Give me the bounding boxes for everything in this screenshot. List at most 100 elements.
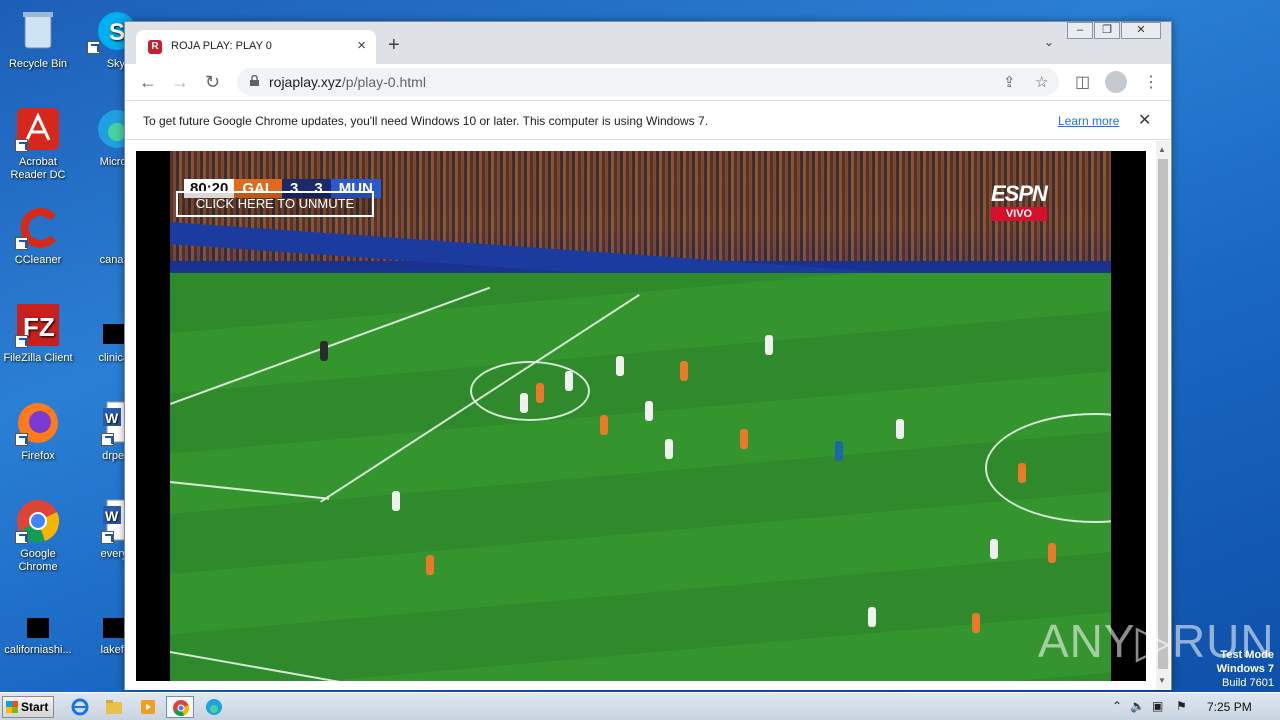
- scrollbar-thumb[interactable]: [1158, 159, 1168, 669]
- share-icon[interactable]: ⇪: [1003, 73, 1016, 91]
- chrome-window: R ROJA PLAY: PLAY 0 × + ⌄ – ❐ ✕ ← → ↻ ro…: [124, 21, 1172, 690]
- player-figure: [536, 383, 544, 403]
- url-path: /p/play-0.html: [341, 74, 426, 90]
- player-figure: [990, 539, 998, 559]
- penalty-arc: [470, 361, 590, 421]
- desktop-icon-chrome[interactable]: Google Chrome: [0, 498, 76, 574]
- browser-toolbar: ← → ↻ rojaplay.xyz/p/play-0.html ⇪ ☆ ◫ ⋮: [125, 64, 1171, 100]
- player-figure: [1018, 463, 1026, 483]
- video-frame: [170, 151, 1111, 681]
- tab-active[interactable]: R ROJA PLAY: PLAY 0 ×: [136, 30, 376, 64]
- svg-text:W: W: [105, 410, 119, 426]
- taskbar-edge[interactable]: [200, 696, 228, 718]
- desktop-icon-label: FileZilla Client: [3, 352, 73, 364]
- url-host: rojaplay.xyz: [269, 74, 342, 90]
- address-bar[interactable]: rojaplay.xyz/p/play-0.html ⇪ ☆: [237, 68, 1059, 96]
- shortcut-arrow-icon: [87, 41, 100, 54]
- recycle-bin-icon: [15, 8, 61, 54]
- ie-icon: [71, 698, 89, 716]
- desktop-icon-label: Acrobat Reader DC: [10, 156, 66, 181]
- desktop-icon-recycle-bin[interactable]: Recycle Bin: [0, 8, 76, 71]
- tab-title: ROJA PLAY: PLAY 0: [171, 40, 272, 52]
- forward-arrow-icon[interactable]: →: [171, 72, 189, 93]
- player-figure: [320, 341, 328, 361]
- profile-avatar-icon[interactable]: [1105, 71, 1127, 93]
- new-tab-plus-icon[interactable]: +: [388, 34, 400, 57]
- taskbar-media[interactable]: [134, 696, 162, 718]
- player-figure: [616, 356, 624, 376]
- edge-icon: [206, 699, 222, 715]
- desktop-icon-filezilla[interactable]: FZ FileZilla Client: [0, 302, 76, 365]
- unmute-button[interactable]: CLICK HERE TO UNMUTE: [176, 191, 374, 217]
- desktop-icon-label: californiashi...: [4, 644, 72, 656]
- page-scrollbar[interactable]: ▲ ▼: [1156, 141, 1170, 690]
- build-label: Build 7601: [1222, 677, 1274, 689]
- menu-kebab-icon[interactable]: ⋮: [1143, 72, 1159, 92]
- network-icon[interactable]: ▣: [1152, 699, 1163, 713]
- svg-text:W: W: [105, 508, 119, 524]
- ccleaner-icon: [15, 204, 61, 250]
- folder-icon: [106, 700, 122, 714]
- player-figure: [600, 415, 608, 435]
- player-figure: [765, 335, 773, 355]
- os-label: Windows 7: [1216, 663, 1274, 675]
- firefox-icon: [15, 400, 61, 446]
- start-button[interactable]: Start: [2, 696, 54, 718]
- tray-expand-icon[interactable]: ⌃: [1112, 699, 1122, 713]
- taskbar-explorer[interactable]: [100, 696, 128, 718]
- desktop-icon-file[interactable]: californiashi...: [0, 614, 76, 657]
- player-figure: [740, 429, 748, 449]
- desktop-icon-firefox[interactable]: Firefox: [0, 400, 76, 463]
- infobar-close-icon[interactable]: ✕: [1138, 110, 1151, 130]
- close-window-button[interactable]: ✕: [1121, 22, 1161, 39]
- pitch-grass: [170, 273, 1111, 681]
- lock-icon: [250, 75, 259, 86]
- player-figure: [680, 361, 688, 381]
- infobar-message: To get future Google Chrome updates, you…: [143, 114, 709, 128]
- player-figure: [972, 613, 980, 633]
- window-controls: – ❐ ✕: [1066, 22, 1161, 39]
- shortcut-arrow-icon: [101, 433, 114, 446]
- acrobat-icon: [15, 106, 61, 152]
- broadcaster-logo: ESPN VIVO: [991, 181, 1048, 221]
- taskbar-chrome[interactable]: [166, 696, 194, 718]
- desktop-icon-ccleaner[interactable]: CCleaner: [0, 204, 76, 267]
- desktop-icon-label: Recycle Bin: [8, 58, 68, 70]
- chrome-icon: [173, 700, 190, 717]
- minimize-button[interactable]: –: [1067, 22, 1093, 39]
- player-figure: [645, 401, 653, 421]
- desktop-icon-label: Google Chrome: [18, 548, 58, 573]
- learn-more-link[interactable]: Learn more: [1058, 114, 1119, 128]
- scroll-down-arrow-icon[interactable]: ▼: [1158, 676, 1166, 685]
- side-panel-icon[interactable]: ◫: [1075, 72, 1090, 92]
- volume-icon[interactable]: 🔈: [1130, 699, 1145, 713]
- tab-close-icon[interactable]: ×: [357, 37, 366, 54]
- player-figure: [392, 491, 400, 511]
- scroll-up-arrow-icon[interactable]: ▲: [1158, 145, 1166, 154]
- taskbar: Start ⌃ 🔈 ▣ ⚑ 7:25 PM: [0, 692, 1280, 720]
- player-figure: [1048, 543, 1056, 563]
- desktop-icon-label: CCleaner: [14, 254, 62, 266]
- desktop-icon-acrobat[interactable]: Acrobat Reader DC: [0, 106, 76, 182]
- back-arrow-icon[interactable]: ←: [139, 72, 157, 93]
- espn-logo: ESPN: [991, 181, 1048, 206]
- restore-button[interactable]: ❐: [1094, 22, 1120, 39]
- player-figure: [426, 555, 434, 575]
- file-icon: [15, 614, 61, 640]
- player-figure: [896, 419, 904, 439]
- taskbar-ie[interactable]: [66, 696, 94, 718]
- bookmark-star-icon[interactable]: ☆: [1035, 73, 1048, 91]
- desktop-icon-label: Firefox: [21, 450, 55, 462]
- player-figure: [868, 607, 876, 627]
- test-mode-label: Test Mode: [1220, 649, 1274, 661]
- action-center-flag-icon[interactable]: ⚑: [1176, 699, 1187, 713]
- taskbar-clock[interactable]: 7:25 PM: [1207, 700, 1252, 714]
- page-content: 80:20 GAL 3 3 MUN CLICK HERE TO UNMUTE E…: [125, 141, 1171, 690]
- tab-search-chevron-icon[interactable]: ⌄: [1044, 35, 1054, 49]
- video-player[interactable]: 80:20 GAL 3 3 MUN CLICK HERE TO UNMUTE E…: [136, 151, 1146, 681]
- reload-icon[interactable]: ↻: [205, 72, 220, 93]
- roja-favicon-icon: R: [148, 40, 162, 54]
- tab-strip: R ROJA PLAY: PLAY 0 × + ⌄ – ❐ ✕: [125, 22, 1171, 64]
- svg-text:S: S: [109, 19, 125, 46]
- shortcut-arrow-icon: [15, 237, 28, 250]
